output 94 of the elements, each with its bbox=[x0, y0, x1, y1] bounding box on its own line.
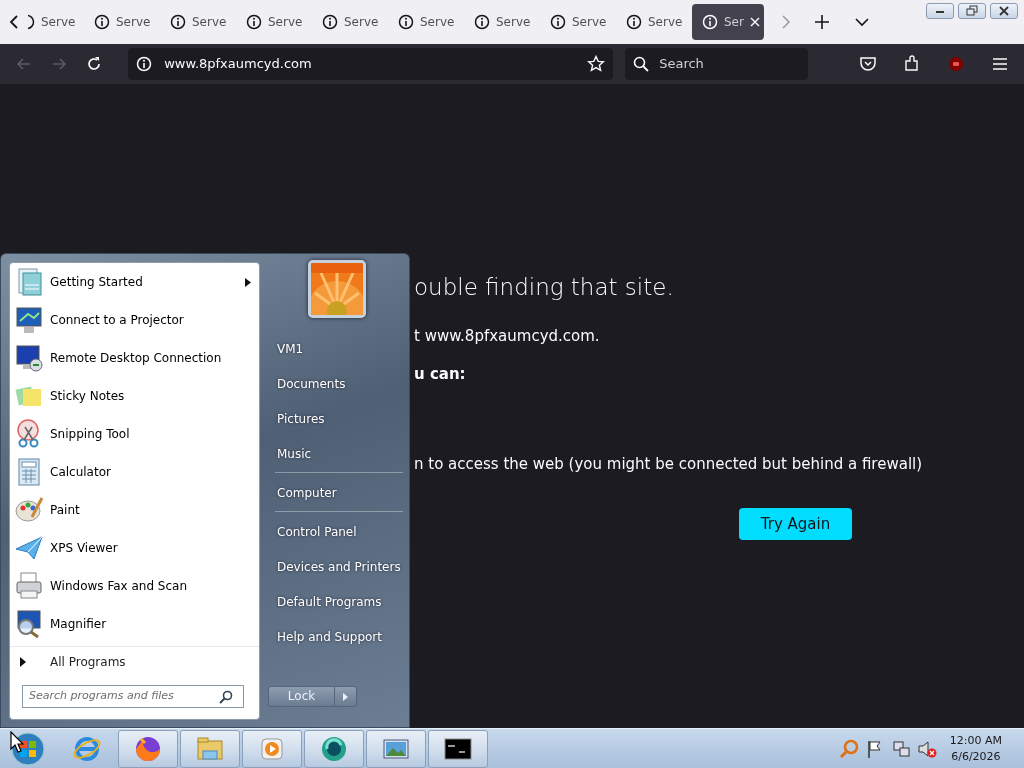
tab-title: Serve bbox=[41, 14, 76, 31]
info-icon bbox=[702, 14, 718, 30]
tab-title: Serve bbox=[344, 14, 379, 31]
program-item[interactable]: Sticky Notes bbox=[10, 377, 259, 415]
puzzle-icon[interactable] bbox=[902, 55, 921, 73]
program-item[interactable]: Connect to a Projector bbox=[10, 301, 259, 339]
pocket-icon[interactable] bbox=[858, 55, 877, 73]
suggestion-intro: u can: bbox=[414, 364, 467, 384]
program-item[interactable]: XPS Viewer bbox=[10, 529, 259, 567]
tab-title: Serve bbox=[648, 14, 683, 31]
browser-tab[interactable]: Serve bbox=[616, 4, 692, 40]
program-item[interactable]: Paint bbox=[10, 491, 259, 529]
photo-viewer-button[interactable] bbox=[366, 729, 426, 768]
monitor-icon bbox=[14, 343, 44, 373]
start-search-box[interactable]: Search programs and files bbox=[22, 685, 244, 708]
suggestion-text: n to access the web (you might be connected but behind a firewall) bbox=[414, 454, 924, 474]
tab-title: Serve bbox=[192, 14, 227, 31]
start-menu-link[interactable]: Music bbox=[267, 436, 403, 471]
browser-tab[interactable]: Serve bbox=[236, 4, 312, 40]
tab-title: Ser bbox=[724, 14, 744, 31]
error-message: t www.8pfxaumcyd.com. bbox=[414, 326, 601, 346]
minimize-button[interactable] bbox=[926, 3, 954, 19]
program-item[interactable]: Getting Started bbox=[10, 263, 259, 301]
program-item[interactable]: Magnifier bbox=[10, 605, 259, 643]
restore-button[interactable] bbox=[958, 3, 986, 19]
chevron-left-icon bbox=[9, 15, 19, 29]
command-prompt-button[interactable] bbox=[428, 729, 488, 768]
close-button[interactable] bbox=[990, 3, 1018, 19]
chevron-right-icon bbox=[781, 15, 791, 29]
info-icon bbox=[136, 56, 153, 72]
start-menu-link[interactable]: Pictures bbox=[267, 401, 403, 436]
plus-icon bbox=[815, 15, 829, 29]
submenu-arrow-icon bbox=[245, 277, 251, 287]
browser-tab[interactable]: Serve bbox=[312, 4, 388, 40]
expand-arrow-icon bbox=[20, 656, 26, 667]
close-icon[interactable] bbox=[749, 17, 760, 27]
tab-title: Serve bbox=[116, 14, 151, 31]
restore-icon bbox=[965, 5, 979, 17]
browser-tab[interactable]: Serve bbox=[84, 4, 160, 40]
app-button[interactable] bbox=[304, 729, 364, 768]
start-menu-link[interactable]: Help and Support bbox=[267, 619, 403, 654]
tab-title: Serve bbox=[268, 14, 303, 31]
address-bar[interactable]: www.8pfxaumcyd.com bbox=[128, 48, 614, 80]
arrow-right-icon bbox=[343, 692, 348, 701]
close-icon bbox=[997, 5, 1011, 17]
search-bar[interactable]: Search bbox=[625, 48, 808, 80]
browser-tab[interactable]: Serve bbox=[160, 4, 236, 40]
url-text: www.8pfxaumcyd.com bbox=[164, 55, 313, 74]
start-menu-link[interactable]: Default Programs bbox=[267, 584, 403, 619]
network-icon[interactable] bbox=[890, 738, 911, 759]
browser-tab[interactable]: Serve bbox=[464, 4, 540, 40]
lock-options-button[interactable] bbox=[335, 686, 357, 707]
muted-speaker-icon[interactable] bbox=[916, 738, 937, 759]
info-icon bbox=[474, 14, 490, 30]
mouse-cursor-icon bbox=[10, 731, 24, 753]
search-icon bbox=[219, 689, 233, 704]
program-item[interactable]: Remote Desktop Connection bbox=[10, 339, 259, 377]
palette-icon bbox=[14, 495, 44, 525]
search-icon bbox=[633, 56, 650, 72]
info-icon bbox=[322, 14, 338, 30]
error-heading: ouble finding that site. bbox=[414, 273, 675, 302]
printer-icon bbox=[14, 571, 44, 601]
info-icon bbox=[398, 14, 414, 30]
info-icon bbox=[94, 14, 110, 30]
tab-title: Serve bbox=[420, 14, 455, 31]
browser-tab[interactable]: Serve bbox=[540, 4, 616, 40]
start-menu-link[interactable]: Documents bbox=[267, 366, 403, 401]
start-menu-link[interactable]: Computer bbox=[267, 475, 403, 510]
search-input[interactable]: Search bbox=[657, 53, 798, 75]
star-icon[interactable] bbox=[587, 55, 606, 73]
all-programs-item[interactable]: All Programs bbox=[10, 646, 259, 676]
browser-tab[interactable]: Serve bbox=[388, 4, 464, 40]
info-icon bbox=[626, 14, 642, 30]
program-item[interactable]: Snipping Tool bbox=[10, 415, 259, 453]
program-item[interactable]: Calculator bbox=[10, 453, 259, 491]
start-menu-link[interactable]: Control Panel bbox=[267, 514, 403, 549]
program-item[interactable]: Windows Fax and Scan bbox=[10, 567, 259, 605]
try-again-button[interactable]: Try Again bbox=[739, 508, 852, 540]
clock-date: 6/6/2026 bbox=[950, 748, 1002, 765]
tab-title: Serve bbox=[496, 14, 531, 31]
browser-tab[interactable]: Serve bbox=[28, 4, 84, 40]
tab-title: Serve bbox=[572, 14, 607, 31]
info-icon bbox=[170, 14, 186, 30]
chevron-down-icon bbox=[855, 17, 869, 27]
info-icon bbox=[550, 14, 566, 30]
menu-icon[interactable] bbox=[990, 55, 1009, 73]
info-icon bbox=[246, 14, 262, 30]
firefox-button[interactable] bbox=[118, 729, 178, 768]
browser-tab[interactable]: Ser bbox=[692, 4, 764, 40]
clock-time: 12:00 AM bbox=[949, 732, 1002, 749]
start-menu-link[interactable]: Devices and Printers bbox=[267, 549, 403, 584]
monitor-icon bbox=[14, 305, 44, 335]
start-menu-link[interactable]: VM1 bbox=[267, 331, 403, 366]
magnifier-icon bbox=[14, 609, 44, 639]
